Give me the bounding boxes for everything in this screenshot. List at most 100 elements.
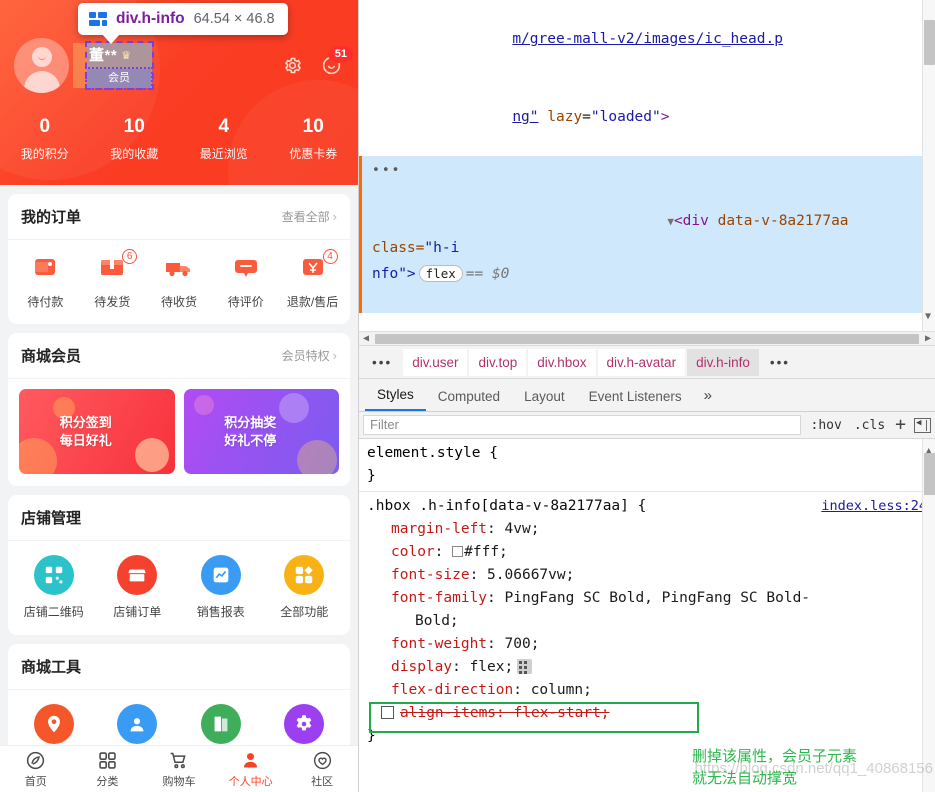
- member-card-header: 商城会员 会员特权 ›: [8, 333, 350, 379]
- order-status-item[interactable]: 待评价: [212, 253, 279, 310]
- message-icon[interactable]: 51: [321, 45, 354, 76]
- declaration-value[interactable]: PingFang SC Bold, PingFang SC Bold-: [505, 590, 811, 606]
- declaration-property[interactable]: font-family: [367, 590, 487, 606]
- breadcrumb-overflow-right[interactable]: •••: [761, 349, 799, 376]
- order-status-item[interactable]: 待付款: [12, 253, 79, 310]
- declaration-value[interactable]: flex;: [470, 659, 514, 675]
- declaration-flex-direction[interactable]: flex-direction: column;: [367, 679, 935, 702]
- h-info-style-rule[interactable]: index.less:24 .hbox .h-info[data-v-8a217…: [359, 492, 935, 751]
- shop-item[interactable]: 店铺二维码: [12, 555, 96, 620]
- declaration-property[interactable]: font-weight: [367, 636, 487, 652]
- tab-overflow-chevron-icon[interactable]: »: [694, 381, 724, 411]
- dom-tree-pane[interactable]: m/gree-mall-v2/images/ic_head.p ng" lazy…: [359, 0, 935, 345]
- avatar[interactable]: [14, 38, 69, 93]
- color-swatch-icon[interactable]: [452, 546, 464, 557]
- declaration-value[interactable]: 4vw;: [505, 521, 540, 537]
- stat-value: 4: [218, 116, 230, 137]
- declaration-value[interactable]: #fff;: [464, 544, 508, 560]
- declaration-font-size[interactable]: font-size: 5.06667vw;: [367, 564, 935, 587]
- stat-item[interactable]: 10 优惠卡券: [269, 115, 359, 162]
- breadcrumb-overflow-left[interactable]: •••: [363, 349, 401, 376]
- image-url-tail-2[interactable]: ng": [512, 109, 538, 125]
- rule-source-link[interactable]: index.less:24: [821, 495, 927, 518]
- declaration-value[interactable]: column;: [531, 682, 592, 698]
- sel-class-value-2: nfo">: [372, 266, 416, 282]
- element-style-rule[interactable]: element.style { }: [359, 439, 935, 492]
- breadcrumb-item-div-top[interactable]: div.top: [469, 348, 527, 376]
- image-url-tail[interactable]: m/gree-mall-v2/images/ic_head.p: [512, 31, 783, 47]
- declaration-font-weight[interactable]: font-weight: 700;: [367, 633, 935, 656]
- dom-ellipsis-badge[interactable]: •••: [372, 158, 401, 184]
- dom-vertical-scroll-thumb[interactable]: [924, 20, 935, 65]
- annotation-highlight-box: [369, 702, 699, 733]
- declaration-value[interactable]: 700;: [505, 636, 540, 652]
- declaration-font-family[interactable]: font-family: PingFang SC Bold, PingFang …: [367, 587, 935, 633]
- member-banner[interactable]: 积分抽奖 好礼不停: [183, 389, 339, 474]
- new-style-rule-button[interactable]: +: [895, 416, 906, 434]
- scroll-left-arrow-icon[interactable]: ◀: [359, 326, 373, 346]
- breadcrumb-item-div-hbox[interactable]: div.hbox: [528, 348, 596, 376]
- declaration-property[interactable]: font-size: [367, 567, 470, 583]
- flex-editor-icon[interactable]: [517, 659, 533, 674]
- person-icon: [215, 750, 287, 771]
- declaration-property[interactable]: margin-left: [367, 521, 487, 537]
- stat-item[interactable]: 10 我的收藏: [90, 115, 180, 162]
- div-h-info-highlighted[interactable]: 董** ♛ 会员: [85, 41, 154, 90]
- breadcrumb: ••• div.user div.top div.hbox div.h-avat…: [359, 345, 935, 379]
- declaration-property[interactable]: display: [367, 659, 452, 675]
- sidebar-toggle-icon[interactable]: [914, 417, 931, 433]
- dom-tree-lines: m/gree-mall-v2/images/ic_head.p ng" lazy…: [359, 0, 935, 345]
- tab-home[interactable]: 首页: [0, 750, 72, 789]
- expand-triangle-icon[interactable]: ▼: [667, 215, 674, 228]
- orders-view-all-link[interactable]: 查看全部 ›: [282, 208, 337, 225]
- comment-icon: [230, 253, 262, 283]
- gear-icon[interactable]: [282, 55, 303, 76]
- declaration-color[interactable]: color: #fff;: [367, 541, 935, 564]
- flex-badge[interactable]: flex: [418, 265, 463, 282]
- tab-computed[interactable]: Computed: [426, 383, 512, 411]
- sel-attr: data-v-8a2177aa: [717, 213, 849, 229]
- stat-item[interactable]: 4 最近浏览: [179, 115, 269, 162]
- breadcrumb-item-div-h-avatar[interactable]: div.h-avatar: [597, 348, 686, 376]
- declaration-display[interactable]: display: flex;: [367, 656, 935, 679]
- styles-vertical-scrollbar[interactable]: ▲: [922, 439, 935, 792]
- declaration-margin-left[interactable]: margin-left: 4vw;: [367, 518, 935, 541]
- scroll-right-arrow-icon[interactable]: ▶: [921, 326, 935, 346]
- filter-input[interactable]: Filter: [363, 415, 801, 435]
- member-privilege-link[interactable]: 会员特权 ›: [282, 347, 337, 364]
- chart-report-icon: [200, 555, 241, 595]
- shop-item[interactable]: 销售报表: [179, 555, 263, 620]
- member-banner[interactable]: 积分签到 每日好礼: [19, 389, 175, 474]
- declaration-align-items[interactable]: align-items: flex-start;: [367, 702, 935, 733]
- breadcrumb-item-div-user[interactable]: div.user: [403, 348, 468, 376]
- tab-profile[interactable]: 个人中心: [215, 750, 287, 789]
- order-status-item[interactable]: 4 退款/售后: [279, 249, 346, 310]
- header-actions: 51: [282, 45, 354, 76]
- shop-item[interactable]: 全部功能: [263, 555, 347, 620]
- tab-community[interactable]: 社区: [286, 750, 358, 789]
- shop-item[interactable]: 店铺订单: [96, 555, 180, 620]
- dom-horizontal-scrollbar[interactable]: ◀ ▶: [359, 331, 935, 345]
- tab-category[interactable]: 分类: [72, 750, 144, 789]
- dom-line-selected-h-info[interactable]: ••• ▼<div data-v-8a2177aa class="h-i nfo"…: [359, 156, 935, 313]
- dom-vertical-scrollbar[interactable]: ▼: [922, 0, 935, 332]
- tab-styles[interactable]: Styles: [365, 381, 426, 411]
- breadcrumb-item-div-h-info[interactable]: div.h-info: [687, 348, 759, 376]
- tab-layout[interactable]: Layout: [512, 383, 577, 411]
- declaration-property[interactable]: flex-direction: [367, 682, 513, 698]
- storefront-icon: [117, 555, 158, 595]
- dom-horizontal-scroll-thumb[interactable]: [375, 333, 919, 344]
- declaration-property[interactable]: color: [367, 544, 435, 560]
- styles-pane[interactable]: element.style { } index.less:24 .hbox .h…: [359, 439, 935, 792]
- tab-cart[interactable]: 购物车: [143, 750, 215, 789]
- order-status-item[interactable]: 待收货: [146, 253, 213, 310]
- cls-toggle-button[interactable]: .cls: [852, 418, 887, 433]
- declaration-value[interactable]: 5.06667vw;: [487, 567, 574, 583]
- annotation-note: 删掉该属性，会员子元素 就无法自动撑宽: [692, 746, 930, 790]
- tab-event-listeners[interactable]: Event Listeners: [577, 383, 694, 411]
- stat-item[interactable]: 0 我的积分: [0, 115, 90, 162]
- hov-toggle-button[interactable]: :hov: [809, 418, 844, 433]
- order-status-item[interactable]: 6 待发货: [79, 249, 146, 310]
- rule-selector[interactable]: .hbox .h-info[data-v-8a2177aa] {: [367, 498, 646, 514]
- styles-vertical-scroll-thumb[interactable]: [924, 453, 935, 495]
